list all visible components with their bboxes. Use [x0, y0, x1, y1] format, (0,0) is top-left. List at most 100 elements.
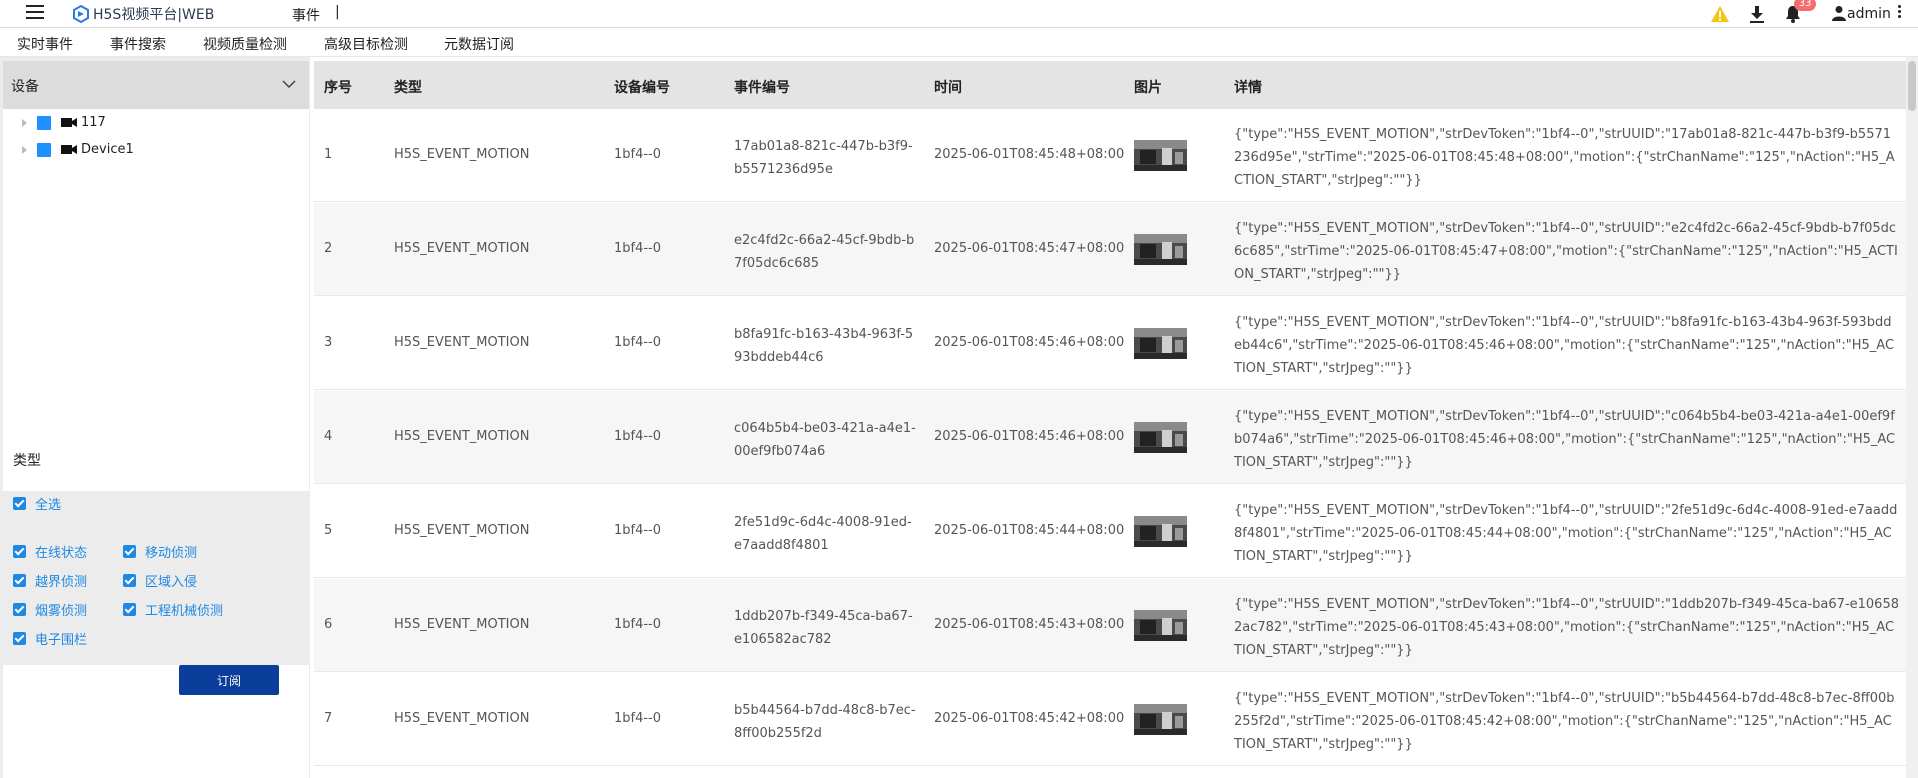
- cell-event-id: 2fe51d9c-6d4c-4008-91ed-e7aadd8f4801: [734, 515, 912, 553]
- cell-index: 7: [324, 711, 333, 726]
- type-motion-detection[interactable]: 移动侦测: [123, 542, 197, 561]
- device-panel-header[interactable]: 设备: [3, 61, 309, 109]
- event-thumbnail-icon: [1134, 234, 1187, 265]
- cell-index: 3: [324, 335, 333, 350]
- tree-node[interactable]: Device1: [3, 139, 303, 161]
- cell-detail: {"type":"H5S_EVENT_MOTION","strDevToken"…: [1234, 127, 1895, 188]
- cell-device: 1bf4--0: [614, 429, 662, 444]
- checkbox-checked-icon[interactable]: [123, 574, 136, 587]
- table-row[interactable]: 4 H5S_EVENT_MOTION 1bf4--0 c064b5b4-be03-42…: [314, 391, 1906, 484]
- tab-advanced-detection[interactable]: 高级目标检测: [324, 34, 408, 54]
- type-online-status[interactable]: 在线状态: [13, 542, 87, 561]
- checkbox-checked-icon[interactable]: [123, 603, 136, 616]
- cell-time: 2025-06-01T08:45:46+08:00: [934, 429, 1125, 444]
- left-panel: 设备 117 Device1 类型 全选 在线状态 移动侦测 越界侦测 区域入侵…: [0, 57, 310, 778]
- event-thumbnail[interactable]: [1134, 328, 1187, 359]
- event-thumbnail-icon: [1134, 610, 1187, 641]
- cell-detail: {"type":"H5S_EVENT_MOTION","strDevToken"…: [1234, 315, 1895, 376]
- type-electronic-fence[interactable]: 电子围栏: [13, 629, 87, 648]
- cell-time: 2025-06-01T08:45:42+08:00: [934, 711, 1125, 726]
- cell-device: 1bf4--0: [614, 617, 662, 632]
- device-title: 设备: [11, 79, 39, 95]
- tab-event-search[interactable]: 事件搜索: [110, 34, 166, 54]
- checkbox-checked-icon[interactable]: [13, 574, 26, 587]
- event-thumbnail-icon: [1134, 328, 1187, 359]
- page-title: 事件: [292, 8, 320, 24]
- more-options-icon[interactable]: [1896, 5, 1902, 23]
- cell-type: H5S_EVENT_MOTION: [394, 617, 530, 632]
- tree-node-label[interactable]: 117: [81, 115, 106, 130]
- cell-time: 2025-06-01T08:45:47+08:00: [934, 241, 1125, 256]
- table-row[interactable]: 6 H5S_EVENT_MOTION 1bf4--0 1ddb207b-f349-45…: [314, 579, 1906, 672]
- table-row[interactable]: 3 H5S_EVENT_MOTION 1bf4--0 b8fa91fc-b163-43…: [314, 297, 1906, 390]
- event-thumbnail[interactable]: [1134, 516, 1187, 547]
- user-icon[interactable]: [1832, 5, 1846, 21]
- type-title: 类型: [13, 453, 41, 469]
- table-header: 序号 类型 设备编号 事件编号 时间 图片 详情: [314, 61, 1906, 109]
- tab-metadata-subscription[interactable]: 元数据订阅: [444, 34, 514, 54]
- tree-checkbox[interactable]: [37, 116, 51, 130]
- cell-time: 2025-06-01T08:45:46+08:00: [934, 335, 1125, 350]
- logo-icon: [73, 5, 89, 23]
- scrollbar-thumb[interactable]: [1908, 61, 1916, 111]
- cell-time: 2025-06-01T08:45:44+08:00: [934, 523, 1125, 538]
- user-name[interactable]: admin: [1847, 6, 1891, 22]
- cell-event-id: b5b44564-b7dd-48c8-b7ec-8ff00b255f2d: [734, 703, 916, 741]
- event-thumbnail-icon: [1134, 704, 1187, 735]
- event-thumbnail[interactable]: [1134, 422, 1187, 453]
- checkbox-checked-icon[interactable]: [123, 545, 136, 558]
- table-row[interactable]: 1 H5S_EVENT_MOTION 1bf4--0 17ab01a8-821c-44…: [314, 109, 1906, 202]
- tree-checkbox[interactable]: [37, 143, 51, 157]
- device-tree: 117 Device1: [3, 109, 309, 491]
- notification-badge: 33: [1794, 0, 1816, 11]
- tree-node-label[interactable]: Device1: [81, 142, 134, 157]
- table-row[interactable]: 2 H5S_EVENT_MOTION 1bf4--0 e2c4fd2c-66a2-45…: [314, 203, 1906, 296]
- app-logo[interactable]: H5S视频平台|WEB: [72, 4, 214, 24]
- download-icon[interactable]: [1748, 4, 1766, 24]
- checkbox-checked-icon[interactable]: [13, 497, 26, 510]
- title-separator: |: [335, 4, 340, 20]
- cell-detail: {"type":"H5S_EVENT_MOTION","strDevToken"…: [1234, 597, 1899, 658]
- table-row[interactable]: 7 H5S_EVENT_MOTION 1bf4--0 b5b44564-b7dd-48…: [314, 673, 1906, 766]
- cell-device: 1bf4--0: [614, 147, 662, 162]
- tab-realtime-events[interactable]: 实时事件: [17, 34, 73, 54]
- event-thumbnail[interactable]: [1134, 140, 1187, 171]
- checkbox-checked-icon[interactable]: [13, 632, 26, 645]
- cell-event-id: 1ddb207b-f349-45ca-ba67-e106582ac782: [734, 609, 913, 647]
- expand-arrow-icon[interactable]: [22, 146, 27, 154]
- cell-event-id: c064b5b4-be03-421a-a4e1-00ef9fb074a6: [734, 421, 916, 459]
- event-table: 序号 类型 设备编号 事件编号 时间 图片 详情 1 H5S_EVENT_MOTI…: [314, 57, 1906, 778]
- col-time: 时间: [934, 80, 962, 96]
- cell-device: 1bf4--0: [614, 523, 662, 538]
- event-thumbnail[interactable]: [1134, 704, 1187, 735]
- cell-detail: {"type":"H5S_EVENT_MOTION","strDevToken"…: [1234, 503, 1898, 564]
- type-region-intrusion[interactable]: 区域入侵: [123, 571, 197, 590]
- expand-arrow-icon[interactable]: [22, 119, 27, 127]
- type-line-crossing[interactable]: 越界侦测: [13, 571, 87, 590]
- vertical-scrollbar[interactable]: [1906, 57, 1918, 778]
- type-smoke-detection[interactable]: 烟雾侦测: [13, 600, 87, 619]
- tab-video-quality[interactable]: 视频质量检测: [203, 34, 287, 54]
- cell-type: H5S_EVENT_MOTION: [394, 335, 530, 350]
- cell-time: 2025-06-01T08:45:48+08:00: [934, 147, 1125, 162]
- subscribe-button[interactable]: 订阅: [179, 665, 279, 695]
- cell-index: 1: [324, 147, 333, 162]
- event-thumbnail[interactable]: [1134, 610, 1187, 641]
- menu-icon[interactable]: [26, 5, 44, 21]
- table-row[interactable]: 5 H5S_EVENT_MOTION 1bf4--0 2fe51d9c-6d4c-40…: [314, 485, 1906, 578]
- cell-event-id: 17ab01a8-821c-447b-b3f9-b5571236d95e: [734, 139, 913, 177]
- checkbox-checked-icon[interactable]: [13, 603, 26, 616]
- cell-index: 6: [324, 617, 333, 632]
- warning-icon[interactable]: [1710, 5, 1730, 23]
- event-thumbnail[interactable]: [1134, 234, 1187, 265]
- tree-node[interactable]: 117: [3, 112, 303, 134]
- select-all-checkbox[interactable]: 全选: [13, 494, 61, 513]
- col-detail: 详情: [1234, 80, 1262, 96]
- cell-type: H5S_EVENT_MOTION: [394, 147, 530, 162]
- type-machinery-detection[interactable]: 工程机械侦测: [123, 600, 223, 619]
- event-thumbnail-icon: [1134, 516, 1187, 547]
- chevron-down-icon[interactable]: [282, 79, 296, 89]
- cell-event-id: b8fa91fc-b163-43b4-963f-593bddeb44c6: [734, 327, 914, 365]
- event-thumbnail-icon: [1134, 140, 1187, 171]
- checkbox-checked-icon[interactable]: [13, 545, 26, 558]
